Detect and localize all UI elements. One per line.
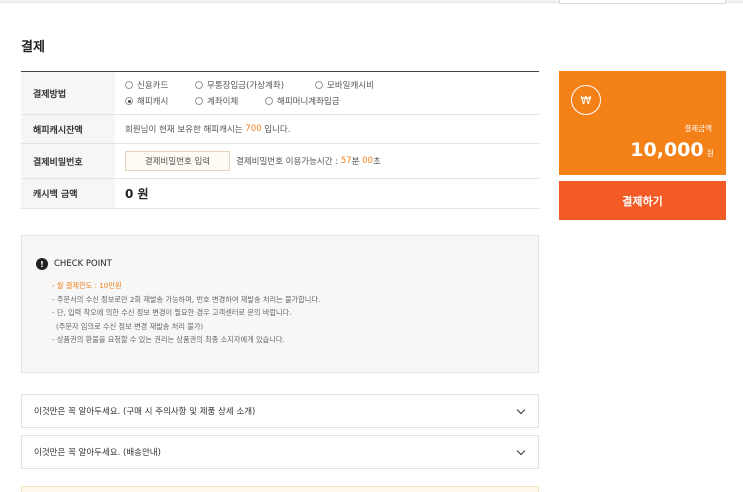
method-virtual-account[interactable]: 무통장입금(가상계좌) bbox=[195, 79, 315, 91]
balance-row: 해피캐시잔액 회원님이 현재 보유한 해피캐시는 700 입니다. bbox=[21, 115, 539, 144]
method-bank-transfer[interactable]: 계좌이체 bbox=[195, 95, 265, 107]
radio-icon bbox=[125, 81, 133, 89]
password-row: 결제비밀번호 결제비밀번호 입력 결제비밀번호 이용가능시간 : 57 분 00 초 bbox=[21, 144, 539, 179]
checkpoint-line: - 주문서의 수신 정보로만 2회 재발송 가능하며, 번호 변경하여 재발송 … bbox=[52, 294, 321, 304]
checkpoint-line: - 단, 입력 착오에 의한 수신 정보 변경이 필요한 경우 고객센터로 문의… bbox=[52, 308, 292, 317]
notice-strip bbox=[21, 486, 539, 492]
payment-method-row: 결제방법 신용카드 무통장입금(가상계좌) 모바일캐시비 해피캐시 계좌이체 해… bbox=[21, 72, 539, 115]
password-minutes: 57 bbox=[340, 156, 352, 166]
radio-icon bbox=[265, 97, 273, 105]
accordion-title: 이것만은 꼭 알아두세요. (배송안내) bbox=[34, 448, 161, 458]
password-label: 결제비밀번호 bbox=[21, 144, 115, 178]
password-time-text: 결제비밀번호 이용가능시간 : bbox=[236, 157, 341, 167]
accordion-purchase-notice[interactable]: 이것만은 꼭 알아두세요. (구매 시 주의사항 및 제품 상세 소개) bbox=[21, 394, 539, 428]
page-title: 결제 bbox=[21, 40, 45, 55]
checkpoint-line: - 상품권의 환불을 요청할 수 있는 권리는 상품권의 최종 소지자에게 있습… bbox=[52, 335, 285, 344]
radio-icon bbox=[195, 81, 203, 89]
payment-method-options-row2: 해피캐시 계좌이체 해피머니계좌입금 bbox=[125, 95, 405, 107]
checkpoint-title: CHECK POINT bbox=[54, 259, 112, 269]
checkpoint-list: - 월 결제한도 : 10만원 - 주문서의 수신 정보로만 2회 재발송 가능… bbox=[36, 279, 538, 347]
pay-button[interactable]: 결제하기 bbox=[559, 181, 726, 220]
checkpoint-line: (주문자 임의로 수신 정보 변경 재발송 처리 불가) bbox=[56, 321, 204, 331]
cashback-label: 캐시백 금액 bbox=[21, 179, 115, 208]
payment-table: 결제방법 신용카드 무통장입금(가상계좌) 모바일캐시비 해피캐시 계좌이체 해… bbox=[21, 71, 539, 209]
chevron-down-icon bbox=[516, 405, 526, 414]
payment-amount-box: ₩ 결제금액 10,000 원 bbox=[559, 71, 726, 175]
payment-method-options-row1: 신용카드 무통장입금(가상계좌) 모바일캐시비 bbox=[125, 79, 405, 91]
method-credit-card[interactable]: 신용카드 bbox=[125, 79, 195, 91]
payment-password-input[interactable]: 결제비밀번호 입력 bbox=[125, 151, 230, 171]
chevron-down-icon bbox=[516, 446, 526, 455]
password-seconds: 00 bbox=[362, 156, 373, 166]
radio-icon bbox=[315, 81, 323, 89]
cashback-row: 캐시백 금액 0 원 bbox=[21, 179, 539, 209]
radio-selected-icon bbox=[125, 97, 133, 105]
exclamation-icon: ! bbox=[36, 258, 48, 270]
balance-value: 700 bbox=[245, 124, 262, 134]
top-field-edge bbox=[559, 0, 726, 4]
won-icon: ₩ bbox=[571, 85, 601, 115]
method-happymoney-deposit[interactable]: 해피머니계좌입금 bbox=[265, 95, 375, 107]
accordion-delivery-info[interactable]: 이것만은 꼭 알아두세요. (배송안내) bbox=[21, 435, 539, 469]
cashback-value: 0 원 bbox=[125, 187, 149, 201]
radio-icon bbox=[195, 97, 203, 105]
method-happy-cash[interactable]: 해피캐시 bbox=[125, 95, 195, 107]
balance-label: 해피캐시잔액 bbox=[21, 115, 115, 143]
amount-unit: 원 bbox=[706, 149, 714, 158]
checkpoint-limit: - 월 결제한도 : 10만원 bbox=[52, 281, 122, 290]
payment-method-label: 결제방법 bbox=[21, 72, 115, 114]
checkpoint-box: ! CHECK POINT - 월 결제한도 : 10만원 - 주문서의 수신 … bbox=[21, 235, 539, 373]
method-mobile-cashbee[interactable]: 모바일캐시비 bbox=[315, 79, 405, 91]
amount-value: 10,000 bbox=[630, 139, 704, 161]
accordion-title: 이것만은 꼭 알아두세요. (구매 시 주의사항 및 제품 상세 소개) bbox=[34, 407, 256, 417]
amount-label: 결제금액 bbox=[684, 124, 712, 133]
